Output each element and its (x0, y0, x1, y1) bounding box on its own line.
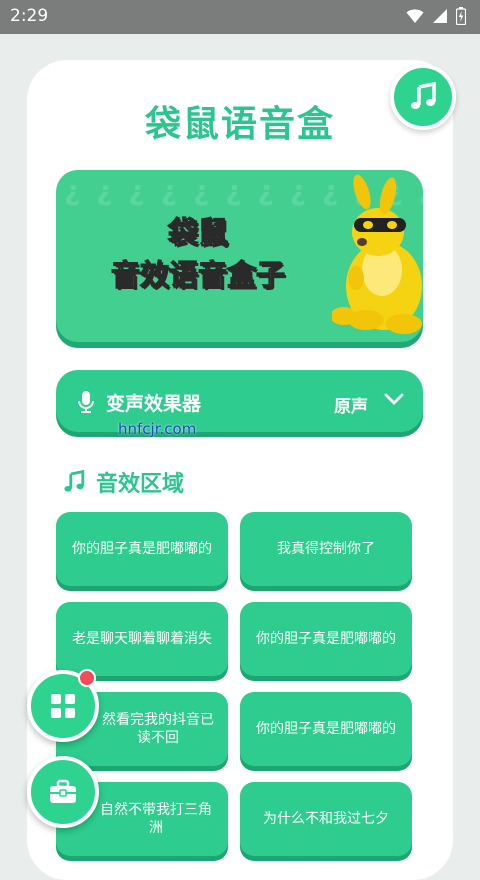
sound-effect-button[interactable]: 老是聊天聊着聊着消失 (56, 602, 228, 676)
signal-icon (433, 9, 447, 23)
banner[interactable]: ¿¿¿¿¿¿¿¿¿¿¿¿¿¿¿¿¿¿¿¿¿¿¿¿¿¿¿¿¿¿¿¿¿¿¿¿¿¿¿¿… (56, 170, 423, 342)
banner-title-line2: 音效语音盒子 (110, 257, 285, 292)
status-bar: 2:29 (0, 0, 480, 34)
sound-effect-button[interactable]: 你的胆子真是肥嘟嘟的 (240, 692, 412, 766)
voice-changer-value: 原声 (334, 397, 368, 417)
sound-effect-button[interactable]: 为什么不和我过七夕 (240, 782, 412, 856)
microphone-icon (78, 391, 94, 413)
watermark: hnfcjr.com (118, 420, 197, 438)
chevron-down-icon (384, 393, 404, 405)
notification-dot (78, 669, 96, 687)
sound-section-header: 音效区域 (62, 466, 184, 498)
grid-icon (51, 694, 75, 718)
battery-icon (456, 7, 466, 25)
music-note-icon (411, 82, 436, 109)
kangaroo-mascot-image (332, 174, 422, 334)
sound-effect-button[interactable]: 你的胆子真是肥嘟嘟的 (56, 512, 228, 586)
music-note-icon (64, 470, 85, 492)
banner-title-line1: 袋鼠 (167, 215, 228, 251)
banner-text: 袋鼠 音效语音盒子 (78, 214, 318, 296)
status-time: 2:29 (10, 6, 49, 26)
sound-section-title: 音效区域 (96, 472, 185, 497)
voice-changer-label: 变声效果器 (106, 393, 202, 415)
toolbox-icon (50, 779, 76, 803)
sound-effect-button[interactable]: 你的胆子真是肥嘟嘟的 (240, 602, 412, 676)
music-button[interactable] (390, 64, 456, 130)
toolbox-button[interactable] (27, 756, 99, 828)
voice-changer-dropdown[interactable]: 变声效果器 原声 (56, 370, 423, 432)
sound-effect-button[interactable]: 我真得控制你了 (240, 512, 412, 586)
wifi-icon (406, 9, 424, 23)
status-icons (406, 7, 466, 25)
